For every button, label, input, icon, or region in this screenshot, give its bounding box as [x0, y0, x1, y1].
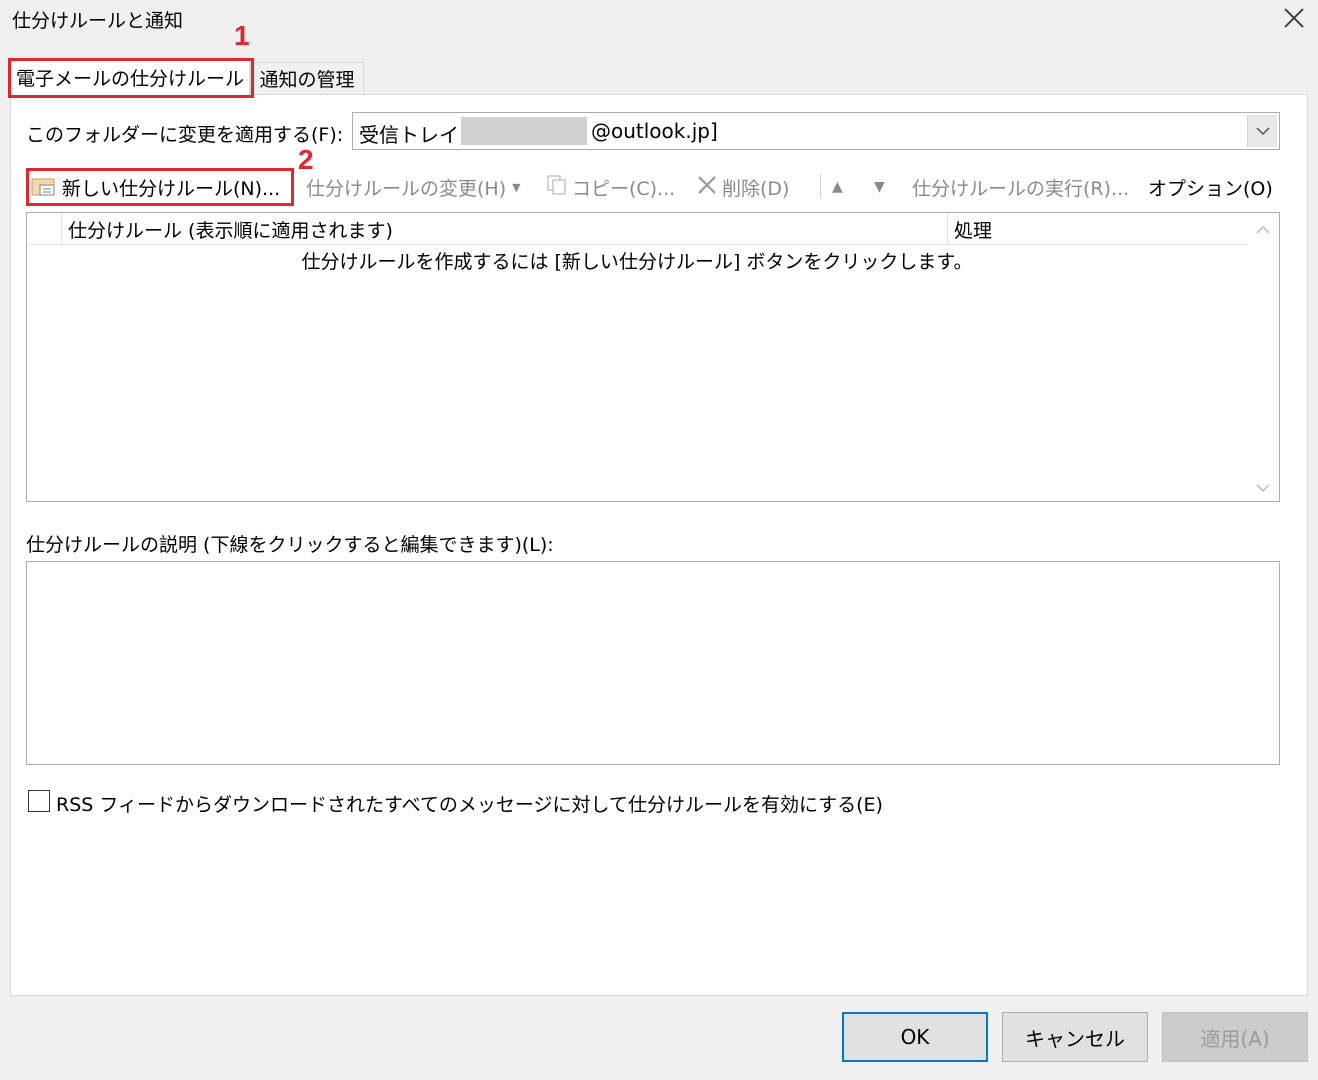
folder-select-value-prefix: 受信トレイ [	[359, 123, 474, 147]
rules-list-scrollbar[interactable]	[1247, 213, 1279, 501]
folder-select-value-suffix: @outlook.jp]	[591, 119, 718, 143]
run-rules-label: 仕分けルールの実行(R)...	[912, 177, 1130, 200]
column-header-rule[interactable]: 仕分けルール (表示順に適用されます)	[61, 213, 947, 245]
delete-icon	[696, 174, 718, 201]
tab-email-rules[interactable]: 電子メールの仕分けルール	[10, 58, 250, 96]
move-down-button[interactable]: ▼	[874, 172, 885, 202]
tab-manage-alerts-label: 通知の管理	[259, 69, 355, 91]
arrow-up-icon: ▲	[832, 179, 843, 195]
arrow-down-icon: ▼	[874, 179, 885, 195]
copy-label: コピー(C)...	[572, 177, 676, 200]
rss-rules-label[interactable]: RSS フィードからダウンロードされたすべてのメッセージに対して仕分けルールを有…	[56, 790, 883, 817]
column-header-action[interactable]: 処理	[947, 213, 1247, 245]
toolbar-separator	[820, 174, 821, 198]
dropdown-arrow-icon: ▼	[512, 180, 521, 194]
tab-email-rules-label: 電子メールの仕分けルール	[16, 68, 245, 90]
change-rule-label: 仕分けルールの変更(H)	[306, 177, 507, 200]
change-rule-button[interactable]: 仕分けルールの変更(H) ▼	[306, 172, 521, 202]
delete-label: 削除(D)	[722, 177, 790, 200]
redacted-account	[461, 117, 587, 145]
scroll-up-icon[interactable]	[1255, 221, 1271, 240]
new-rule-label: 新しい仕分けルール(N)...	[62, 177, 281, 200]
rules-list[interactable]: 仕分けルール (表示順に適用されます) 処理 仕分けルールを作成するには [新し…	[26, 212, 1280, 502]
scroll-down-icon[interactable]	[1255, 479, 1271, 498]
copy-button[interactable]: コピー(C)...	[546, 172, 675, 202]
window-title: 仕分けルールと通知	[12, 10, 184, 32]
ok-button[interactable]: OK	[842, 1012, 988, 1062]
rss-rules-checkbox[interactable]	[28, 790, 50, 812]
run-rules-button[interactable]: 仕分けルールの実行(R)...	[912, 172, 1129, 202]
copy-icon	[546, 174, 568, 201]
rules-list-empty-message: 仕分けルールを作成するには [新しい仕分けルール] ボタンをクリックします。	[301, 251, 973, 273]
delete-button[interactable]: 削除(D)	[696, 172, 789, 202]
options-button[interactable]: オプション(O)	[1148, 172, 1273, 202]
apply-button[interactable]: 適用(A)	[1162, 1012, 1308, 1062]
description-label: 仕分けルールの説明 (下線をクリックすると編集できます)(L):	[26, 534, 554, 556]
step-1-marker: 1	[234, 20, 250, 51]
rules-list-header: 仕分けルール (表示順に適用されます) 処理	[27, 213, 1247, 245]
move-up-button[interactable]: ▲	[832, 172, 843, 202]
options-label: オプション(O)	[1148, 177, 1273, 200]
new-rule-button[interactable]: 新しい仕分けルール(N)...	[30, 172, 280, 202]
folder-select[interactable]: 受信トレイ [ @outlook.jp]	[352, 112, 1280, 150]
rule-description-box[interactable]	[26, 561, 1280, 765]
folder-label: このフォルダーに変更を適用する(F):	[26, 124, 344, 146]
tab-manage-alerts[interactable]: 通知の管理	[250, 62, 364, 94]
close-icon[interactable]	[1280, 4, 1308, 32]
chevron-down-icon[interactable]	[1247, 115, 1277, 147]
rules-list-checkbox-column	[27, 213, 61, 245]
new-rule-icon	[30, 175, 58, 199]
cancel-button[interactable]: キャンセル	[1002, 1012, 1148, 1062]
